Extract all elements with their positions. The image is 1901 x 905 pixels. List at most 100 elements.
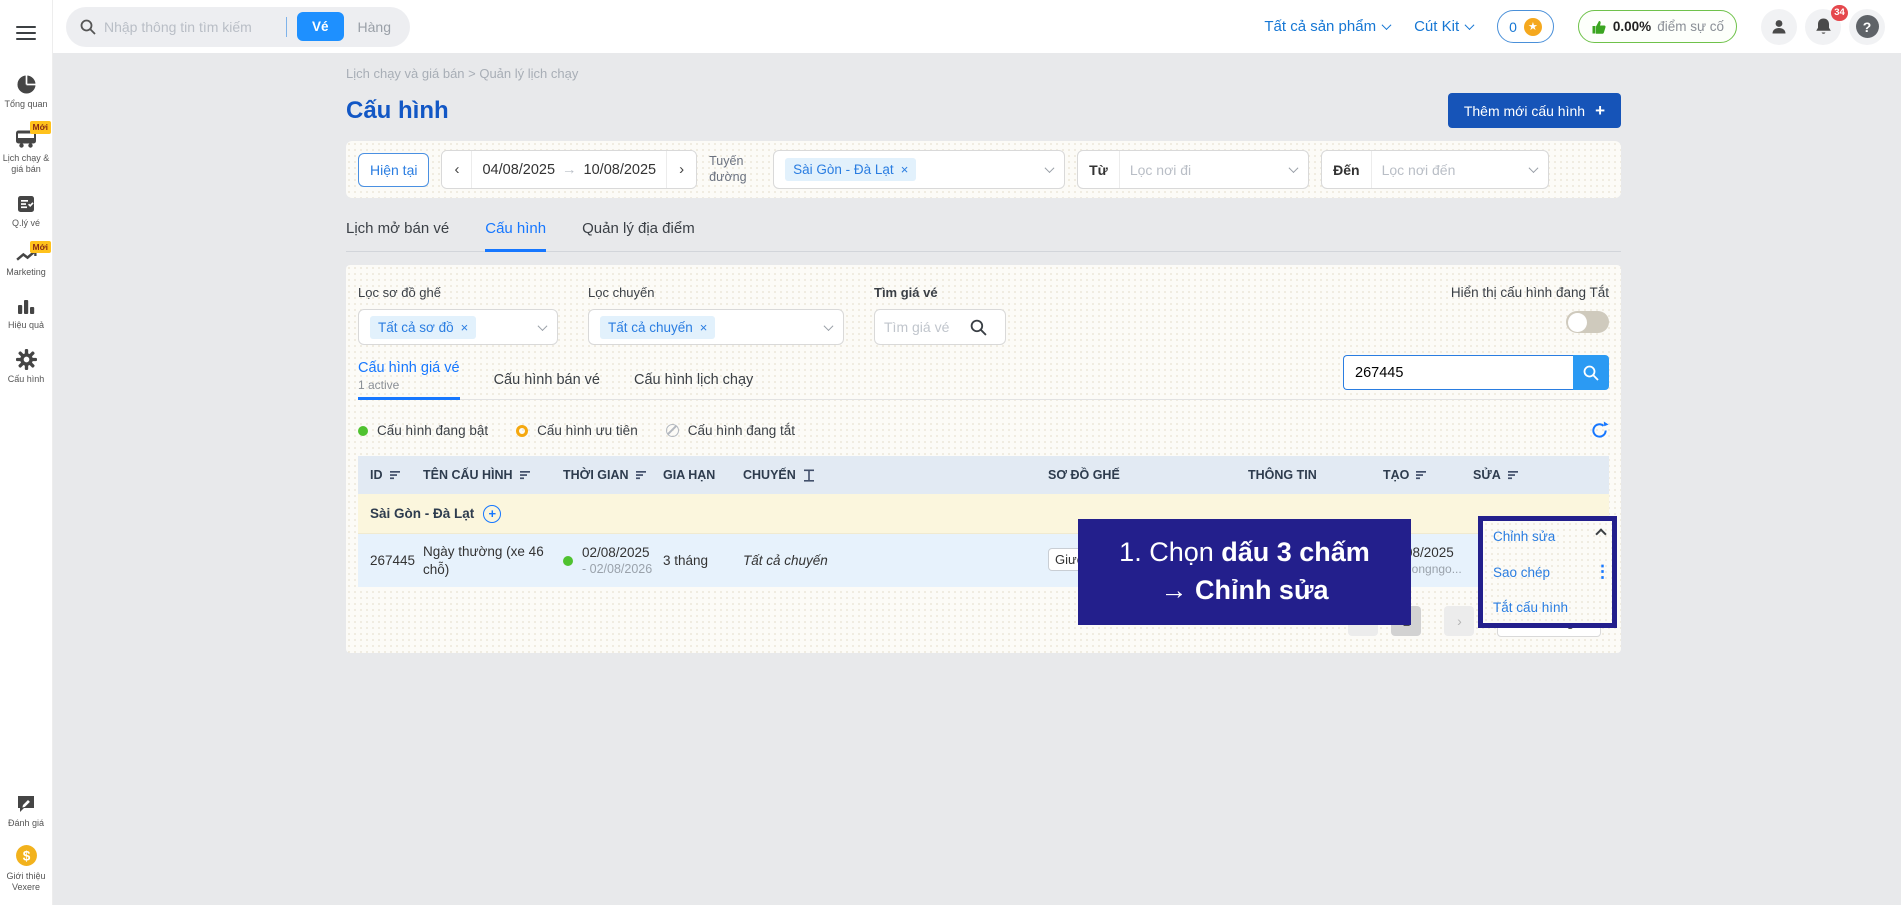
tab-quan-ly-dia-diem[interactable]: Quản lý địa điểm [582,220,695,251]
kit-dropdown[interactable]: Cút Kit [1414,18,1475,35]
divider [286,16,287,37]
incident-score-pill[interactable]: 0.00% điểm sự cố [1577,10,1737,43]
star-points-pill[interactable]: 0 ★ [1497,10,1554,43]
sidebar-item-label: Cấu hình [7,374,45,385]
sidebar-item-label: Tổng quan [4,98,48,109]
status-on-dot [563,555,573,566]
menu-item-sao-chep[interactable]: Sao chép [1493,565,1602,580]
search-icon [80,19,96,35]
search-input[interactable] [104,18,284,35]
menu-item-chinh-sua[interactable]: Chỉnh sửa [1493,529,1602,544]
config-search-input[interactable] [1343,355,1573,390]
sidebar-item-tong-quan[interactable]: Tổng quan [0,74,52,110]
subtab-cau-hinh-gia-ve[interactable]: Cấu hình giá vé 1 active [358,360,460,400]
three-dots-icon[interactable]: ⋮ [1594,562,1611,582]
header-thoi-gian[interactable]: THỜI GIAN [563,468,663,482]
cell-time-start: 02/08/2025 [582,545,650,560]
tab-cau-hinh[interactable]: Cấu hình [485,220,547,252]
sidebar-item-label: Lịch chạy & giá bán [2,153,50,175]
config-table: ID TÊN CẤU HÌNH THỜI GIAN GIA HẠN CHUYẾN… [358,456,1609,587]
row-action-menu: Chỉnh sửa Sao chép Tắt cấu hình ⋮ [1483,521,1612,623]
main-area: Lịch chạy và giá bán > Quản lý lịch chạy… [53,53,1901,905]
next-page-button[interactable]: › [1444,606,1475,636]
notifications-button[interactable]: 34 [1805,4,1848,45]
account-button[interactable] [1761,8,1797,45]
review-bubble-icon [16,794,36,814]
header-ten-cau-hinh[interactable]: TÊN CẤU HÌNH [423,468,563,482]
sidebar-item-hieu-qua[interactable]: Hiệu quả [0,297,52,331]
row-action-menu-highlight: Chỉnh sửa Sao chép Tắt cấu hình ⋮ [1478,516,1617,628]
bell-icon [1814,17,1833,37]
cell-created-by: hongngo... [1405,562,1462,576]
prev-week-button[interactable]: ‹ [442,151,473,188]
sidebar-item-cau-hinh[interactable]: Cấu hình [0,349,52,385]
subtab-cau-hinh-lich-chay[interactable]: Cấu hình lịch chạy [634,372,753,399]
chevron-down-icon [537,320,548,331]
close-icon[interactable]: × [901,162,909,177]
show-off-configs-toggle[interactable] [1566,311,1609,333]
product-filter-dropdown[interactable]: Tất cả sản phẩm [1264,18,1392,35]
sidebar-item-lich-chay[interactable]: Mới Lịch chạy & giá bán [0,121,52,175]
sidebar-item-label: Đánh giá [7,817,45,828]
to-select[interactable]: Đến Lọc nơi đến [1321,150,1550,189]
header-thong-tin[interactable]: THÔNG TIN [1248,468,1383,482]
cell-id: 267445 [370,553,416,568]
config-table-row[interactable]: 267445 Ngày thường (xe 46 chỗ) 02/08/202… [358,534,1609,587]
route-select[interactable]: Sài Gòn - Đà Lạt × [773,150,1066,189]
user-icon [1769,17,1789,37]
mode-hang-button[interactable]: Hàng [344,12,405,42]
sidebar-item-qly-ve[interactable]: Q.lý vé [0,194,52,229]
chevron-down-icon [1464,20,1475,31]
arrow-right-icon: → [562,161,577,178]
menu-item-tat-cau-hinh[interactable]: Tắt cấu hình [1493,600,1602,615]
from-select[interactable]: Từ Lọc nơi đi [1077,150,1310,189]
add-circle-icon[interactable]: + [483,504,502,523]
route-label: Tuyến đường [709,153,747,184]
current-period-button[interactable]: Hiện tại [358,152,430,187]
sidebar-item-label: Q.lý vé [11,217,40,228]
search-icon[interactable] [970,319,987,336]
close-icon[interactable]: × [700,320,708,335]
legend-priority: Cấu hình ưu tiên [516,423,638,438]
header-chuyen[interactable]: CHUYẾN [743,468,1048,482]
add-config-button[interactable]: Thêm mới cấu hình + [1447,93,1621,128]
hamburger-menu-icon[interactable] [16,22,36,44]
to-placeholder: Lọc nơi đến [1381,161,1456,178]
tab-lich-mo-ban-ve[interactable]: Lịch mở bán vé [346,220,449,251]
legend-on: Cấu hình đang bật [358,423,488,438]
header-id[interactable]: ID [358,468,423,482]
table-header-row: ID TÊN CẤU HÌNH THỜI GIAN GIA HẠN CHUYẾN… [358,456,1609,494]
sidebar-item-gioi-thieu[interactable]: $ Giới thiệu Vexere [0,844,52,893]
to-label: Đến [1322,151,1372,188]
breadcrumb: Lịch chạy và giá bán > Quản lý lịch chạy [346,66,579,81]
price-search-box [874,309,1006,345]
topbar: Vé Hàng Tất cả sản phẩm Cút Kit 0 ★ 0.00… [0,0,1901,53]
close-icon[interactable]: × [461,320,469,335]
sidebar-item-marketing[interactable]: Mới Marketing [0,240,52,278]
question-mark-icon: ? [1855,15,1879,38]
trip-select[interactable]: Tất cả chuyến × [588,309,844,345]
refresh-button[interactable] [1590,421,1609,440]
header-so-do-ghe[interactable]: SƠ ĐỒ GHẾ [1048,468,1248,482]
cell-renewal: 3 tháng [663,553,709,568]
header-gia-han[interactable]: GIA HẠN [663,468,743,482]
route-group-row: Sài Gòn - Đà Lạt + [358,494,1609,534]
sort-icon [389,470,401,480]
slashed-circle-icon [665,424,679,437]
mode-ve-button[interactable]: Vé [297,12,344,41]
help-button[interactable]: ? [1849,8,1885,45]
config-search [1343,355,1609,390]
cell-time-end: - 02/08/2026 [582,562,653,576]
next-week-button[interactable]: › [666,151,697,188]
sidebar-item-danh-gia[interactable]: Đánh giá [0,794,52,829]
config-search-button[interactable] [1573,355,1609,390]
config-subtabs: Cấu hình giá vé 1 active Cấu hình bán vé… [358,355,1609,400]
date-range[interactable]: 04/08/2025 → 10/08/2025 [472,162,666,178]
seatmap-select[interactable]: Tất cả sơ đồ × [358,309,558,345]
header-sua[interactable]: SỬA [1473,468,1609,482]
topbar-right: Tất cả sản phẩm Cút Kit 0 ★ 0.00% điểm s… [1264,4,1885,45]
subtab-cau-hinh-ban-ve[interactable]: Cấu hình bán vé [494,372,600,399]
price-search-input[interactable] [884,319,970,335]
header-tao[interactable]: TẠO [1383,468,1473,482]
date-to: 10/08/2025 [583,161,657,178]
